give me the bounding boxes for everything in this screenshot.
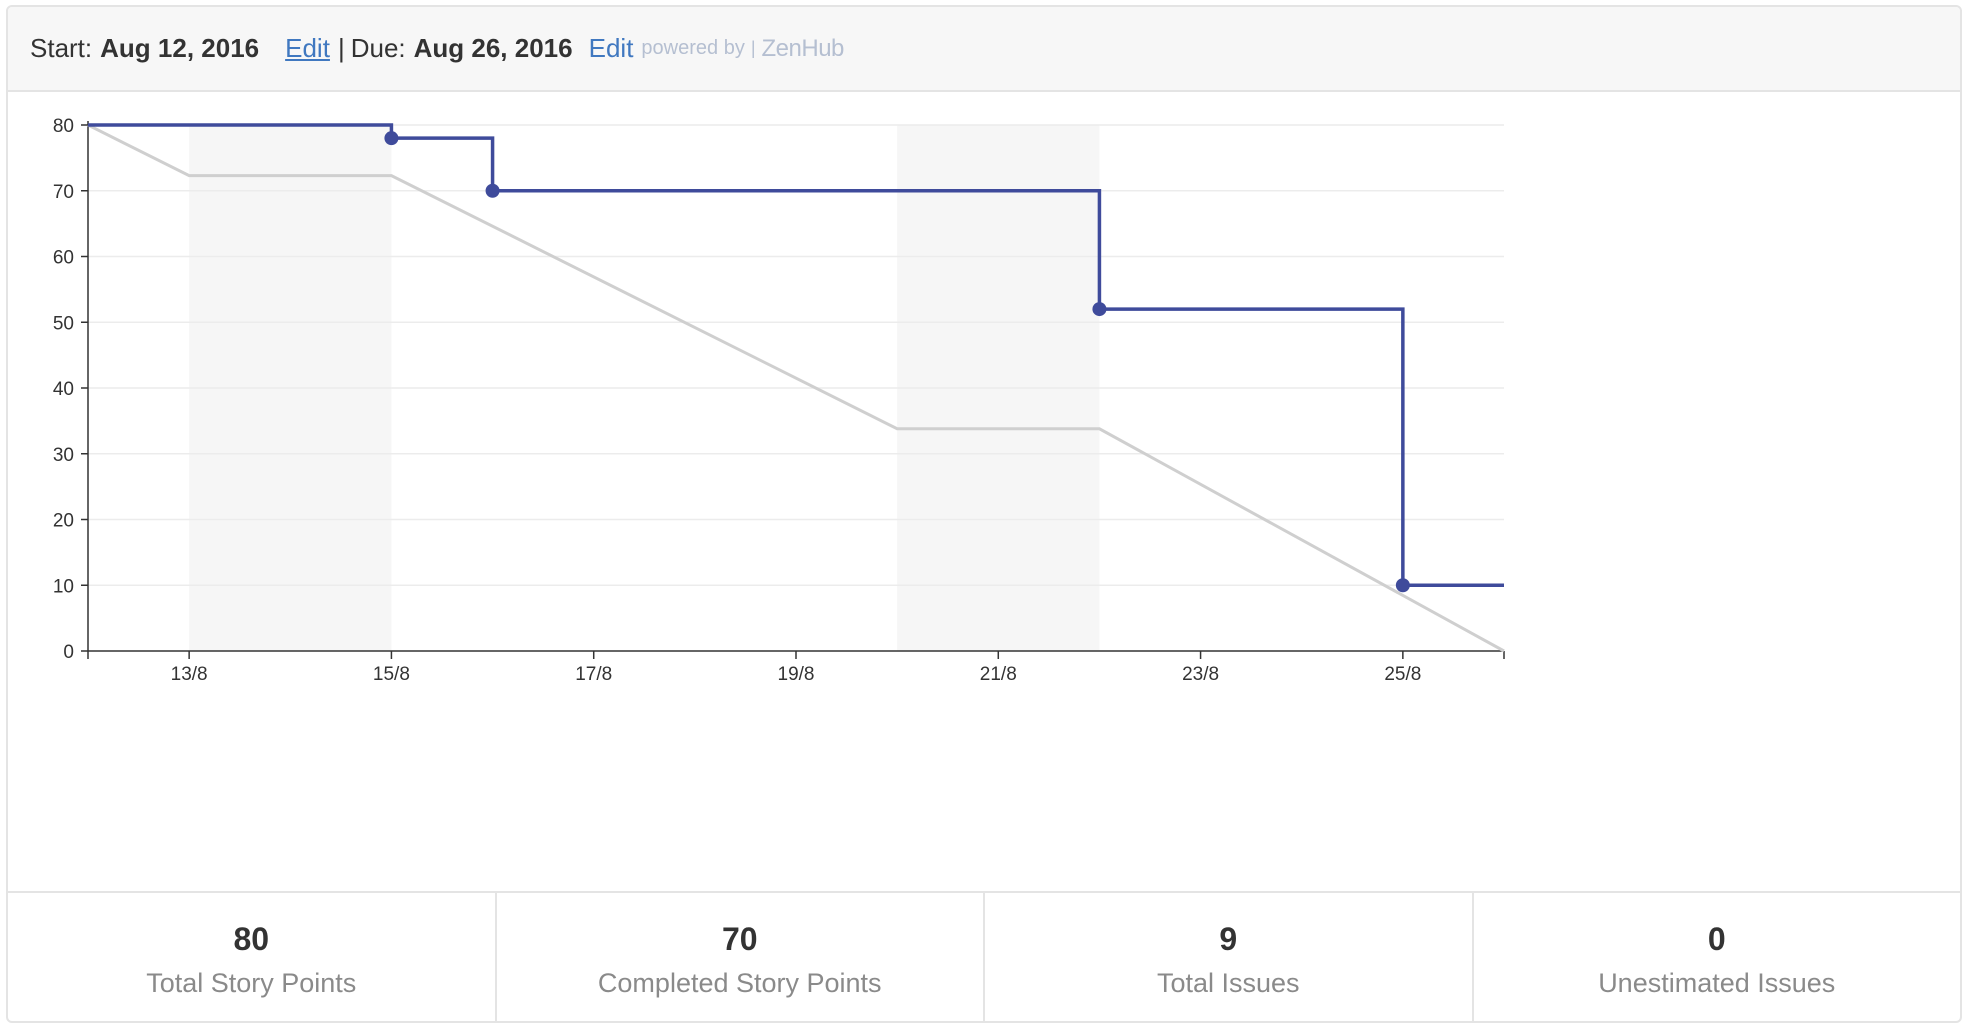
x-tick-label: 13/8	[171, 664, 208, 685]
stat-value: 0	[1707, 921, 1726, 957]
y-tick-label: 80	[53, 116, 74, 137]
data-point	[485, 183, 500, 198]
x-tick-label: 17/8	[575, 664, 612, 685]
due-label: Due:	[350, 33, 406, 63]
stat-completed-story-points: 70 Completed Story Points	[497, 893, 985, 1021]
x-tick-label: 15/8	[373, 664, 410, 685]
y-tick-label: 10	[53, 576, 74, 597]
x-tick-label: 21/8	[980, 664, 1017, 685]
stat-total-issues: 9 Total Issues	[985, 893, 1474, 1021]
sprint-header: Start: Aug 12, 2016 Edit | Due: Aug 26, …	[8, 7, 1960, 92]
edit-start-link[interactable]: Edit	[285, 33, 330, 64]
y-tick-label: 20	[53, 511, 74, 532]
y-tick-label: 40	[53, 379, 74, 400]
y-tick-label: 60	[53, 248, 74, 269]
x-tick-label: 23/8	[1182, 664, 1219, 685]
burndown-chart-svg: 0 10 20 30 40 50 60 70 80 13/8 15/8 17/8 19/8 21/8 23/…	[53, 116, 1505, 685]
zenhub-logo[interactable]: ZenHub	[762, 35, 845, 63]
brand-separator: |	[750, 38, 756, 58]
stats-bar: 80 Total Story Points 70 Completed Story…	[8, 891, 1961, 1021]
stat-label: Unestimated Issues	[1598, 968, 1836, 998]
burndown-chart: 0 10 20 30 40 50 60 70 80 13/8 15/8 17/8 19/8 21/8 23/…	[8, 92, 1960, 892]
stat-label: Completed Story Points	[597, 968, 882, 998]
edit-due-link[interactable]: Edit	[589, 33, 634, 64]
data-point	[1395, 578, 1410, 593]
y-tick-label: 0	[63, 642, 74, 663]
stat-total-story-points: 80 Total Story Points	[8, 893, 497, 1021]
start-date: Aug 12, 2016	[100, 33, 260, 63]
due-date: Aug 26, 2016	[413, 33, 573, 63]
x-tick-label: 19/8	[778, 664, 815, 685]
header-separator: |	[337, 33, 345, 63]
data-point	[384, 131, 399, 146]
y-tick-label: 30	[53, 445, 74, 466]
stat-label: Total Issues	[1156, 968, 1300, 998]
stat-value: 70	[721, 921, 758, 957]
x-tick-label: 25/8	[1384, 664, 1421, 685]
stat-label: Total Story Points	[146, 968, 357, 998]
stat-unestimated-issues: 0 Unestimated Issues	[1474, 893, 1961, 1021]
data-point	[1092, 302, 1107, 317]
powered-by-text: powered by	[641, 37, 745, 59]
stat-value: 9	[1219, 921, 1238, 957]
start-label: Start:	[30, 33, 93, 63]
y-tick-label: 70	[53, 182, 74, 203]
burndown-panel: Start: Aug 12, 2016 Edit | Due: Aug 26, …	[6, 5, 1962, 1023]
stat-value: 80	[233, 921, 270, 957]
y-tick-label: 50	[53, 313, 74, 334]
